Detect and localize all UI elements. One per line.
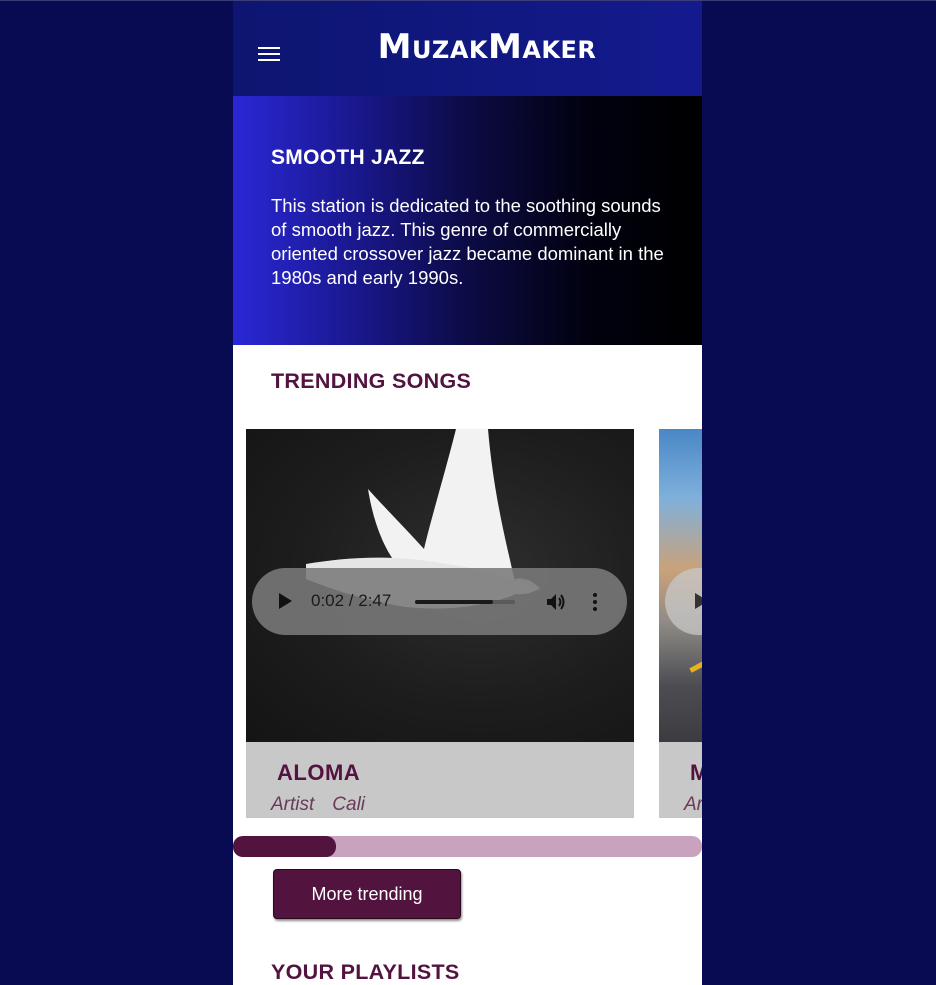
artist-name: Cali bbox=[332, 794, 366, 815]
song-artist: Ar bbox=[684, 794, 702, 816]
station-title: SMOOTH JAZZ bbox=[271, 146, 425, 169]
song-card[interactable]: 0:02 / 2:47 ALOMA Artist Cali bbox=[246, 429, 634, 818]
app-viewport: MuzakMaker SMOOTH JAZZ This station is d… bbox=[233, 1, 702, 985]
song-caption: M Ar bbox=[659, 742, 702, 818]
carousel-scrollbar[interactable] bbox=[233, 836, 702, 857]
app-title: MuzakMaker bbox=[377, 27, 597, 67]
play-icon[interactable] bbox=[279, 593, 292, 609]
more-trending-button[interactable]: More trending bbox=[273, 869, 461, 919]
scrollbar-thumb[interactable] bbox=[233, 836, 337, 857]
audio-player[interactable]: 0:02 / 2:47 bbox=[252, 568, 627, 635]
song-caption: ALOMA Artist Cali bbox=[246, 742, 634, 818]
playlists-section-title: YOUR PLAYLISTS bbox=[271, 960, 460, 984]
player-seek-bar[interactable] bbox=[415, 600, 515, 604]
play-icon[interactable] bbox=[695, 593, 702, 609]
volume-icon[interactable] bbox=[544, 591, 566, 613]
trending-carousel[interactable]: 0:02 / 2:47 ALOMA Artist Cali M Ar bbox=[233, 429, 702, 819]
player-time: 0:02 / 2:47 bbox=[311, 591, 392, 610]
station-description: This station is dedicated to the soothin… bbox=[271, 195, 664, 288]
song-card[interactable]: M Ar bbox=[659, 429, 702, 818]
more-options-icon[interactable] bbox=[591, 591, 599, 613]
song-artist: Artist Cali bbox=[271, 794, 365, 816]
road-line bbox=[689, 640, 702, 673]
player-seek-progress bbox=[415, 600, 493, 604]
artist-label: Ar bbox=[684, 794, 702, 815]
trending-section-title: TRENDING SONGS bbox=[271, 369, 472, 393]
artist-label: Artist bbox=[271, 794, 315, 815]
app-bar: MuzakMaker bbox=[233, 1, 702, 96]
station-hero: SMOOTH JAZZ This station is dedicated to… bbox=[233, 96, 702, 345]
song-title: M bbox=[690, 760, 702, 785]
song-title: ALOMA bbox=[277, 760, 361, 785]
